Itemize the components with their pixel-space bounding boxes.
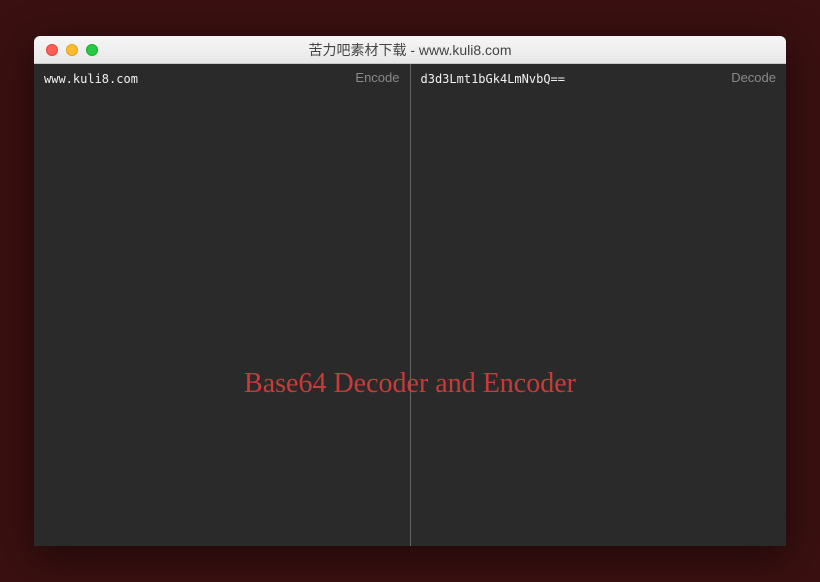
decode-input[interactable]: d3d3Lmt1bGk4LmNvbQ== [421,72,777,86]
maximize-icon[interactable] [86,44,98,56]
encode-input[interactable]: www.kuli8.com [44,72,400,86]
decode-label: Decode [731,70,776,85]
app-window: 苦力吧素材下载 - www.kuli8.com www.kuli8.com En… [34,36,786,546]
traffic-lights [34,44,98,56]
window-title: 苦力吧素材下载 - www.kuli8.com [34,40,786,60]
minimize-icon[interactable] [66,44,78,56]
close-icon[interactable] [46,44,58,56]
title-bar: 苦力吧素材下载 - www.kuli8.com [34,36,786,64]
content-panes: www.kuli8.com Encode d3d3Lmt1bGk4LmNvbQ=… [34,64,786,546]
encode-pane[interactable]: www.kuli8.com Encode [34,64,411,546]
decode-pane[interactable]: d3d3Lmt1bGk4LmNvbQ== Decode [411,64,787,546]
encode-label: Encode [355,70,399,85]
